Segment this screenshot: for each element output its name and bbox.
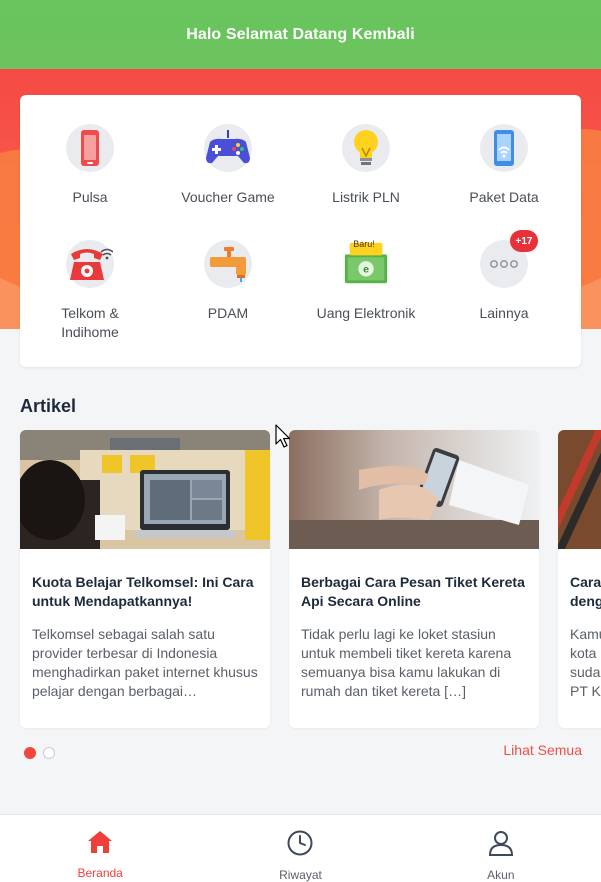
top-bar: Halo Selamat Datang Kembali	[0, 0, 601, 69]
article-image	[20, 430, 270, 549]
clock-icon	[287, 830, 313, 861]
water-tap-icon	[204, 240, 252, 288]
carousel-dot[interactable]	[43, 747, 55, 759]
article-card[interactable]: Kuota Belajar Telkomsel: Ini Cara untuk …	[20, 430, 270, 728]
count-badge: +17	[510, 230, 538, 252]
carousel-dot-active[interactable]	[24, 747, 36, 759]
menu-label: Listrik PLN	[332, 189, 400, 205]
home-icon	[87, 830, 113, 859]
menu-label: Telkom & Indihome	[61, 305, 119, 340]
service-menu-card: Pulsa Voucher Game Listrik PLN Paket Dat…	[20, 95, 581, 367]
menu-label: PDAM	[207, 305, 249, 321]
more-icon: +17	[480, 230, 538, 288]
article-title: Kuota Belajar Telkomsel: Ini Cara untuk …	[32, 574, 254, 609]
menu-label: Lainnya	[479, 305, 529, 321]
article-card[interactable]: Berbagai Cara Pesan Tiket Kereta Api Sec…	[289, 430, 539, 728]
nav-label: Akun	[487, 868, 515, 882]
menu-label: Paket Data	[469, 189, 539, 205]
new-tag: Baru!	[353, 239, 375, 249]
svg-text:e: e	[363, 264, 369, 276]
see-all-link[interactable]: Lihat Semua	[503, 742, 582, 758]
nav-item-beranda[interactable]: Beranda	[0, 815, 200, 882]
article-excerpt: Kamu kota suda PT Ke	[570, 626, 601, 699]
lightbulb-icon	[342, 124, 390, 172]
menu-label: Uang Elektronik	[316, 305, 416, 321]
menu-item-uang-elektronik[interactable]: e Baru! Uang Elektronik	[296, 239, 436, 323]
app-screen: Halo Selamat Datang Kembali Pulsa Vouche…	[0, 0, 601, 882]
data-phone-icon	[480, 124, 528, 172]
article-image	[558, 430, 601, 549]
menu-item-lainnya[interactable]: +17 Lainnya	[434, 230, 574, 323]
article-card[interactable]: Cara deng Kamu kota suda PT Ke	[558, 430, 601, 728]
article-title: Cara deng	[570, 574, 601, 609]
articles-title: Artikel	[20, 396, 77, 416]
menu-item-paket-data[interactable]: Paket Data	[434, 124, 574, 207]
article-excerpt: Tidak perlu lagi ke loket stasiun untuk …	[301, 626, 512, 699]
menu-label: Pulsa	[72, 189, 108, 205]
telephone-icon	[66, 240, 114, 288]
gamepad-icon	[204, 124, 252, 172]
page-title: Halo Selamat Datang Kembali	[186, 25, 415, 43]
nav-label: Riwayat	[279, 868, 322, 882]
bottom-nav: Beranda Riwayat Akun	[0, 814, 601, 882]
nav-item-riwayat[interactable]: Riwayat	[200, 815, 400, 882]
menu-item-voucher-game[interactable]: Voucher Game	[158, 124, 298, 207]
nav-item-akun[interactable]: Akun	[401, 815, 601, 882]
e-money-icon: e Baru!	[342, 239, 390, 288]
menu-item-telkom-indihome[interactable]: Telkom & Indihome	[20, 240, 160, 342]
article-title: Berbagai Cara Pesan Tiket Kereta Api Sec…	[301, 574, 525, 609]
user-icon	[488, 830, 514, 861]
menu-item-pulsa[interactable]: Pulsa	[20, 124, 160, 207]
menu-label: Voucher Game	[181, 189, 275, 205]
mouse-cursor-icon	[275, 424, 291, 448]
article-image	[289, 430, 539, 549]
nav-label: Beranda	[77, 866, 123, 880]
carousel-dots	[24, 747, 55, 759]
menu-item-pdam[interactable]: PDAM	[158, 240, 298, 323]
menu-item-listrik-pln[interactable]: Listrik PLN	[296, 124, 436, 207]
article-excerpt: Telkomsel sebagai salah satu provider te…	[32, 626, 258, 699]
phone-icon	[66, 124, 114, 172]
